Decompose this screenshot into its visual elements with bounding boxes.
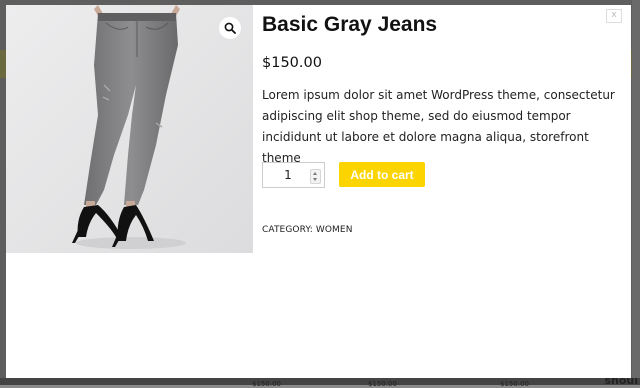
background-price: $150.00 [252, 380, 281, 388]
background-footer [0, 378, 640, 385]
add-to-cart-button[interactable]: Add to cart [339, 162, 425, 187]
magnifier-icon [224, 22, 236, 34]
product-price: $150.00 [262, 55, 322, 71]
category-link[interactable]: WOMEN [316, 225, 353, 235]
zoom-button[interactable] [219, 17, 241, 39]
product-image [6, 5, 253, 253]
quick-view-modal: x Basic Gray Jeans $150.00 Lorem ipsum d… [6, 5, 631, 378]
quantity-input[interactable]: 1 [263, 163, 313, 187]
background-price: $150.00 [368, 380, 397, 388]
jeans-model-photo [6, 5, 253, 253]
close-icon: x [611, 10, 617, 20]
quantity-spin-icon[interactable] [310, 169, 321, 184]
product-title: Basic Gray Jeans [262, 13, 438, 36]
category-label: CATEGORY: [262, 225, 313, 235]
product-description: Lorem ipsum dolor sit amet WordPress the… [262, 88, 615, 165]
product-category: CATEGORY: WOMEN [262, 225, 353, 235]
quantity-stepper[interactable]: 1 [262, 162, 325, 188]
close-button[interactable]: x [606, 9, 622, 23]
page-scrollbar[interactable] [632, 0, 640, 378]
background-price: $150.00 [500, 380, 529, 388]
